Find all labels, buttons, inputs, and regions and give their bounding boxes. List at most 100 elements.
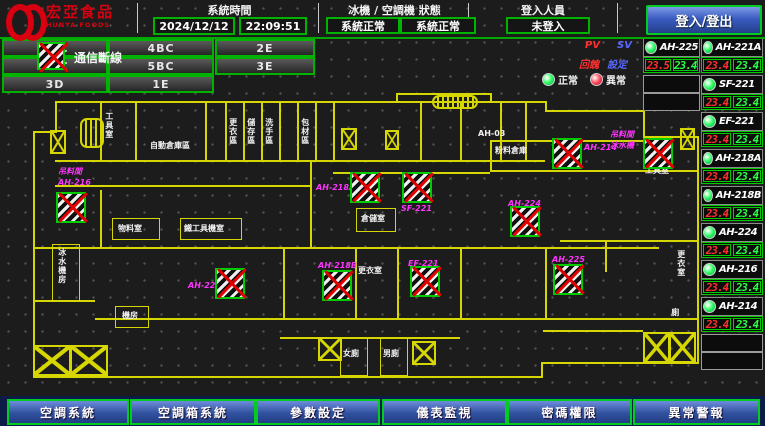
floor-button-4bc[interactable]: 4BC xyxy=(108,39,214,57)
hmi-screen: 宏亞食品 HUNYA FOODS 系統時間 2024/12/12 22:09:5… xyxy=(0,0,765,426)
unit-row-ah-216[interactable]: AH-216 xyxy=(701,260,763,279)
login-user-label: 登入人員 xyxy=(472,2,614,18)
floor-button-2e[interactable]: 2E xyxy=(215,39,315,57)
unit-name: AH-225 xyxy=(660,42,698,53)
abnormal-label: 異常 xyxy=(606,72,626,87)
unit-row-sf-221[interactable]: SF-221 xyxy=(701,75,763,94)
equipment-comm-loss-icon[interactable] xyxy=(350,172,380,203)
wall-line xyxy=(55,101,57,133)
equipment-comm-loss-icon[interactable] xyxy=(410,266,440,297)
header-divider xyxy=(318,3,319,33)
unit-row-ah-218b[interactable]: AH-218B xyxy=(701,186,763,205)
room-label: 洗手區 xyxy=(264,118,273,145)
wall-line xyxy=(225,101,227,162)
wall-line xyxy=(261,101,263,162)
wall-line xyxy=(560,240,699,242)
sv-label: SV xyxy=(617,40,632,51)
sv-value: 23.4 xyxy=(733,170,761,182)
unit-values-ah-224: 23.423.4 xyxy=(701,242,763,258)
nav-button-password-authority[interactable]: 密碼權限 xyxy=(507,399,632,425)
pv-value: 23.4 xyxy=(703,59,731,71)
unit-row-ah-224[interactable]: AH-224 xyxy=(701,223,763,242)
unit-status-lamp xyxy=(645,41,657,54)
wall-line xyxy=(100,190,102,247)
wall-line xyxy=(460,101,462,162)
equipment-comm-loss-icon[interactable] xyxy=(215,268,245,299)
unit-row-ah-218a[interactable]: AH-218A xyxy=(701,149,763,168)
wall-line xyxy=(55,160,545,162)
abnormal-legend: 異常 xyxy=(590,72,626,87)
nav-button-hvac-system[interactable]: 空調系統 xyxy=(7,399,129,425)
equipment-label: 吊料間 xyxy=(610,131,634,140)
floor-button-1e[interactable]: 1E xyxy=(108,75,214,93)
wall-line xyxy=(297,101,299,162)
shaft-x-icon xyxy=(50,130,66,154)
unit-row-ef-221[interactable]: EF-221 xyxy=(701,112,763,131)
pv-value: 23.4 xyxy=(703,133,731,145)
pv-label: PV xyxy=(585,40,600,51)
room-label: 鐵工具機室 xyxy=(184,225,224,234)
unit-name: AH-221A xyxy=(716,42,761,53)
floor-button-3e[interactable]: 3E xyxy=(215,57,315,75)
unit-row-ah-214[interactable]: AH-214 xyxy=(701,297,763,316)
equipment-comm-loss-icon[interactable] xyxy=(322,270,352,301)
equipment-comm-loss-icon[interactable] xyxy=(643,138,673,169)
room-label: 男廁 xyxy=(383,350,399,359)
room-label: 機房 xyxy=(122,312,138,321)
nav-button-parameter-settings[interactable]: 參數設定 xyxy=(256,399,380,425)
equipment-comm-loss-icon[interactable] xyxy=(552,138,582,169)
login-logout-button[interactable]: 登入/登出 xyxy=(646,5,762,35)
room-label: AH-03 xyxy=(478,130,505,139)
pv-value: 23.4 xyxy=(703,318,731,330)
room-label: 更衣區 xyxy=(228,118,237,145)
unit-status-lamp xyxy=(703,78,716,91)
unit-name: SF-221 xyxy=(719,79,755,90)
equipment-comm-loss-icon[interactable] xyxy=(553,264,583,295)
unit-name: AH-214 xyxy=(719,301,757,312)
floor-button-5bc[interactable]: 5BC xyxy=(108,57,214,75)
pv-value: 23.5 xyxy=(645,59,671,71)
wall-line xyxy=(643,110,645,138)
unit-values-ef-221: 23.423.4 xyxy=(701,131,763,147)
sv-value: 23.4 xyxy=(733,281,761,293)
shaft-x-icon xyxy=(669,332,696,363)
unit-row-ah-225[interactable]: AH-225 xyxy=(643,38,700,57)
room-label: 粉料倉庫 xyxy=(495,147,527,156)
unit-status-lamp xyxy=(703,152,713,165)
equipment-comm-loss-icon[interactable] xyxy=(56,192,86,223)
shaft-x-icon xyxy=(680,128,695,150)
wall-line xyxy=(545,110,645,112)
equipment-comm-loss-icon[interactable] xyxy=(510,206,540,237)
wall-line xyxy=(243,101,245,162)
wall-line xyxy=(460,247,462,318)
header-divider xyxy=(137,3,138,33)
system-time-value: 22:09:51 xyxy=(239,17,307,35)
room-label: 女廁 xyxy=(343,350,359,359)
equipment-comm-loss-icon[interactable] xyxy=(402,172,432,203)
feedback-label: 回餽 xyxy=(579,56,599,71)
nav-button-ahu-system[interactable]: 空調箱系統 xyxy=(130,399,256,425)
shaft-x-icon xyxy=(412,341,436,365)
pv-value: 23.4 xyxy=(703,244,731,256)
wall-line xyxy=(420,101,422,162)
wall-line xyxy=(283,247,285,318)
sv-value: 23.4 xyxy=(673,59,699,71)
wall-line xyxy=(541,362,543,378)
unit-row-ah-221a[interactable]: AH-221A xyxy=(701,38,763,57)
room-label: 工具室 xyxy=(104,112,113,139)
room-label: 廁 xyxy=(670,308,679,317)
floor-button-3d[interactable]: 3D xyxy=(2,75,108,93)
wall-line xyxy=(205,101,207,162)
nav-button-meter-monitor[interactable]: 儀表監視 xyxy=(382,399,507,425)
wall-line xyxy=(279,101,281,162)
company-logo: 宏亞食品 HUNYA FOODS xyxy=(6,2,114,32)
logo-title: 宏亞食品 xyxy=(46,5,114,20)
unit-status-lamp xyxy=(703,41,713,54)
shaft-x-icon xyxy=(318,337,342,361)
machine-status-label: 冰機 / 空調機 狀態 xyxy=(322,2,467,18)
logo-subtitle: HUNYA FOODS xyxy=(46,22,114,29)
setpoint-label: 設定 xyxy=(607,56,627,71)
wall-line xyxy=(33,376,543,378)
sv-value: 23.4 xyxy=(733,133,761,145)
nav-button-alarm-report[interactable]: 異常警報 xyxy=(633,399,760,425)
